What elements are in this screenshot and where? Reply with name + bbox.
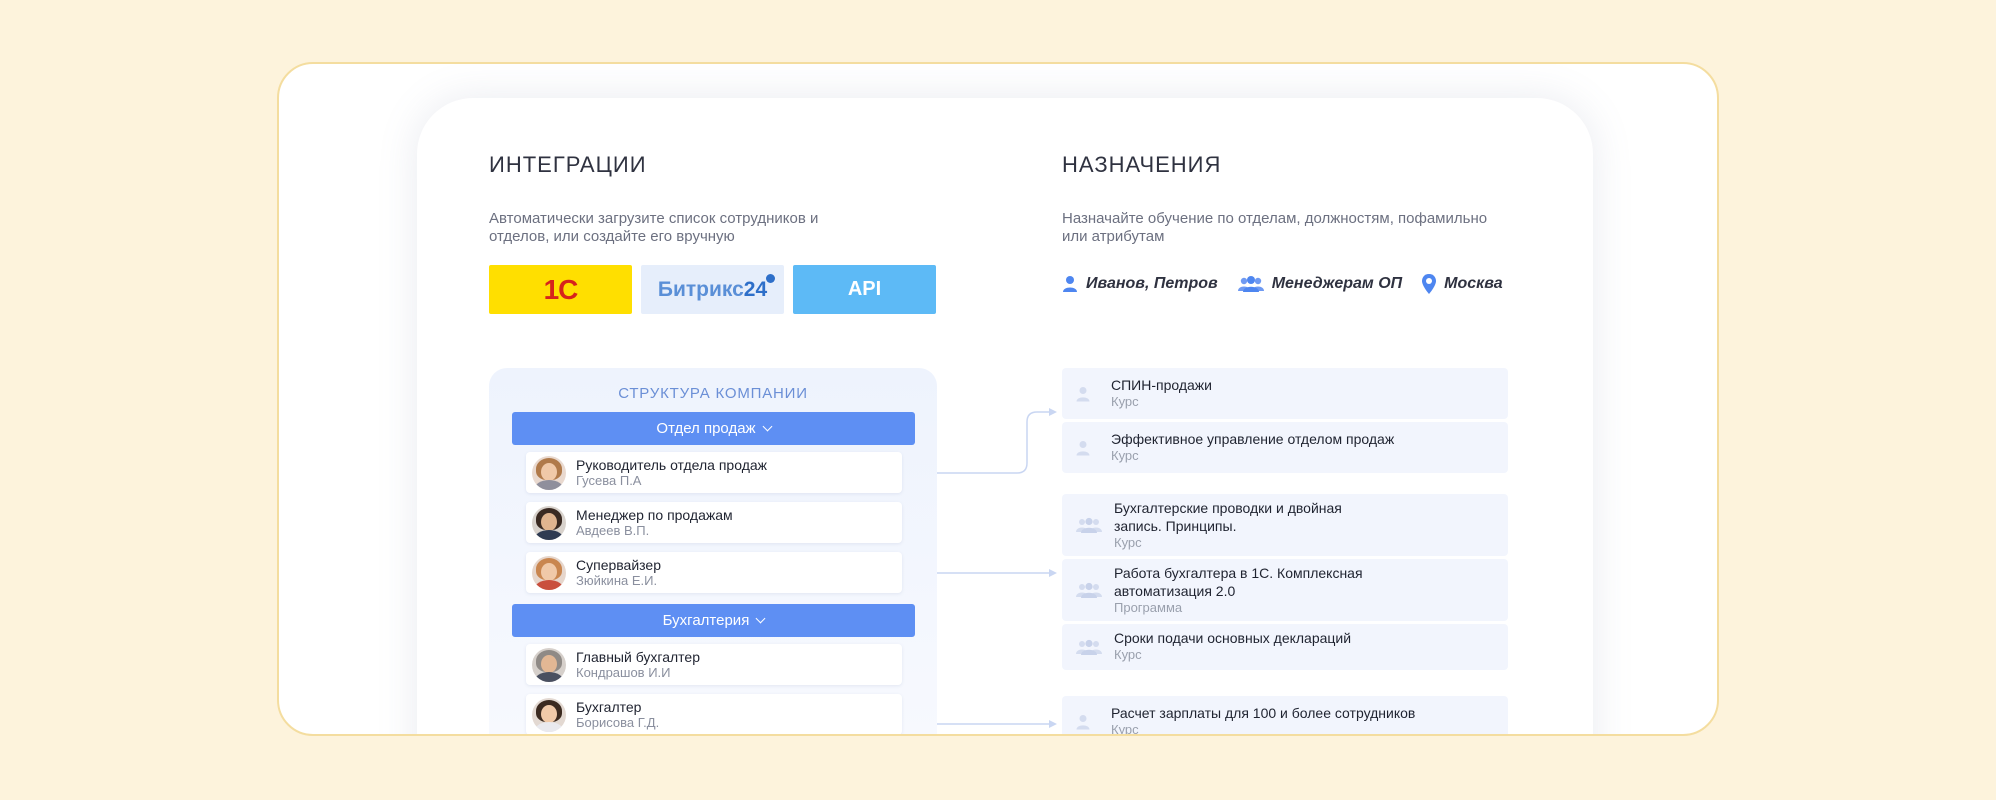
employee-card[interactable]: Супервайзер Зюйкина Е.И. [526, 552, 902, 593]
avatar [532, 555, 566, 590]
integrations-title: ИНТЕГРАЦИИ [489, 152, 647, 177]
course-item[interactable]: Сроки подачи основных деклараций Курс [1062, 624, 1508, 670]
employee-role: Главный бухгалтер [576, 648, 700, 665]
avatar [532, 505, 566, 540]
avatar [532, 697, 566, 732]
employee-card[interactable]: Бухгалтер Борисова Г.Д. [526, 694, 902, 734]
person-icon [1076, 440, 1090, 455]
course-item[interactable]: СПИН-продажи Курс [1062, 368, 1508, 419]
logo-bitrix24: Битрикс24 [658, 273, 776, 302]
course-type: Курс [1111, 722, 1139, 736]
logo-1c: 1С [543, 273, 579, 305]
employee-name: Авдеев В.П. [576, 522, 650, 538]
company-structure-panel: СТРУКТУРА КОМПАНИИ Отдел продаж Руководи… [489, 368, 937, 734]
assign-by-location[interactable]: Москва [1422, 274, 1503, 294]
logo-api: API [847, 278, 882, 300]
course-title: Бухгалтерские проводки и двойная запись.… [1114, 500, 1342, 534]
department-sales-toggle[interactable]: Отдел продаж [512, 412, 915, 445]
employee-role: Супервайзер [576, 556, 661, 573]
content-frame: ИНТЕГРАЦИИ Автоматически загрузите списо… [277, 62, 1719, 736]
course-item[interactable]: Работа бухгалтера в 1С. Комплексная авто… [1062, 559, 1508, 621]
employee-role: Бухгалтер [576, 698, 642, 715]
assignment-chips: Иванов, Петров Менеджерам ОП Москва [1062, 274, 1503, 294]
integration-api-button[interactable]: API [793, 265, 936, 314]
course-type: Программа [1114, 600, 1183, 615]
course-type: Курс [1111, 394, 1139, 409]
group-icon [1076, 639, 1102, 655]
employee-name: Кондрашов И.И [576, 664, 671, 680]
course-item[interactable]: Бухгалтерские проводки и двойная запись.… [1062, 494, 1508, 556]
course-type: Курс [1111, 448, 1139, 463]
course-title: Сроки подачи основных деклараций [1114, 630, 1352, 646]
course-item[interactable]: Расчет зарплаты для 100 и более сотрудни… [1062, 696, 1508, 736]
employee-name: Борисова Г.Д. [576, 714, 660, 730]
integrations-description: Автоматически загрузите список сотрудник… [489, 210, 819, 245]
course-title: Расчет зарплаты для 100 и более сотрудни… [1111, 705, 1416, 721]
integration-bitrix24-button[interactable]: Битрикс24 [641, 265, 784, 314]
group-icon [1237, 276, 1264, 292]
employee-card[interactable]: Руководитель отдела продаж Гусева П.А [526, 452, 902, 493]
avatar [532, 455, 566, 490]
chevron-down-icon [762, 421, 773, 432]
integration-1c-button[interactable]: 1С [489, 265, 632, 314]
assignments-title: НАЗНАЧЕНИЯ [1062, 152, 1222, 177]
feature-card: ИНТЕГРАЦИИ Автоматически загрузите списо… [417, 98, 1593, 736]
assign-by-person[interactable]: Иванов, Петров [1062, 275, 1218, 293]
avatar [532, 647, 566, 682]
employee-card[interactable]: Главный бухгалтер Кондрашов И.И [526, 644, 902, 685]
department-accounting-toggle[interactable]: Бухгалтерия [512, 604, 915, 637]
course-title: Работа бухгалтера в 1С. Комплексная авто… [1114, 565, 1363, 599]
person-icon [1063, 276, 1077, 292]
group-icon [1076, 517, 1102, 533]
course-type: Курс [1114, 647, 1142, 662]
course-item[interactable]: Эффективное управление отделом продаж Ку… [1062, 422, 1508, 473]
assignments-description: Назначайте обучение по отделам, должност… [1062, 210, 1488, 245]
employee-role: Менеджер по продажам [576, 506, 733, 523]
structure-title: СТРУКТУРА КОМПАНИИ [618, 385, 808, 402]
assign-by-group[interactable]: Менеджерам ОП [1237, 275, 1402, 293]
person-icon [1076, 386, 1090, 401]
chevron-down-icon [755, 613, 766, 624]
location-pin-icon [1422, 274, 1437, 294]
employee-name: Гусева П.А [576, 472, 642, 488]
course-title: Эффективное управление отделом продаж [1111, 431, 1395, 447]
course-title: СПИН-продажи [1111, 377, 1212, 393]
employee-role: Руководитель отдела продаж [576, 456, 768, 473]
person-icon [1076, 714, 1090, 729]
employee-card[interactable]: Менеджер по продажам Авдеев В.П. [526, 502, 902, 543]
course-type: Курс [1114, 535, 1142, 550]
group-icon [1076, 582, 1102, 598]
employee-name: Зюйкина Е.И. [576, 572, 658, 588]
